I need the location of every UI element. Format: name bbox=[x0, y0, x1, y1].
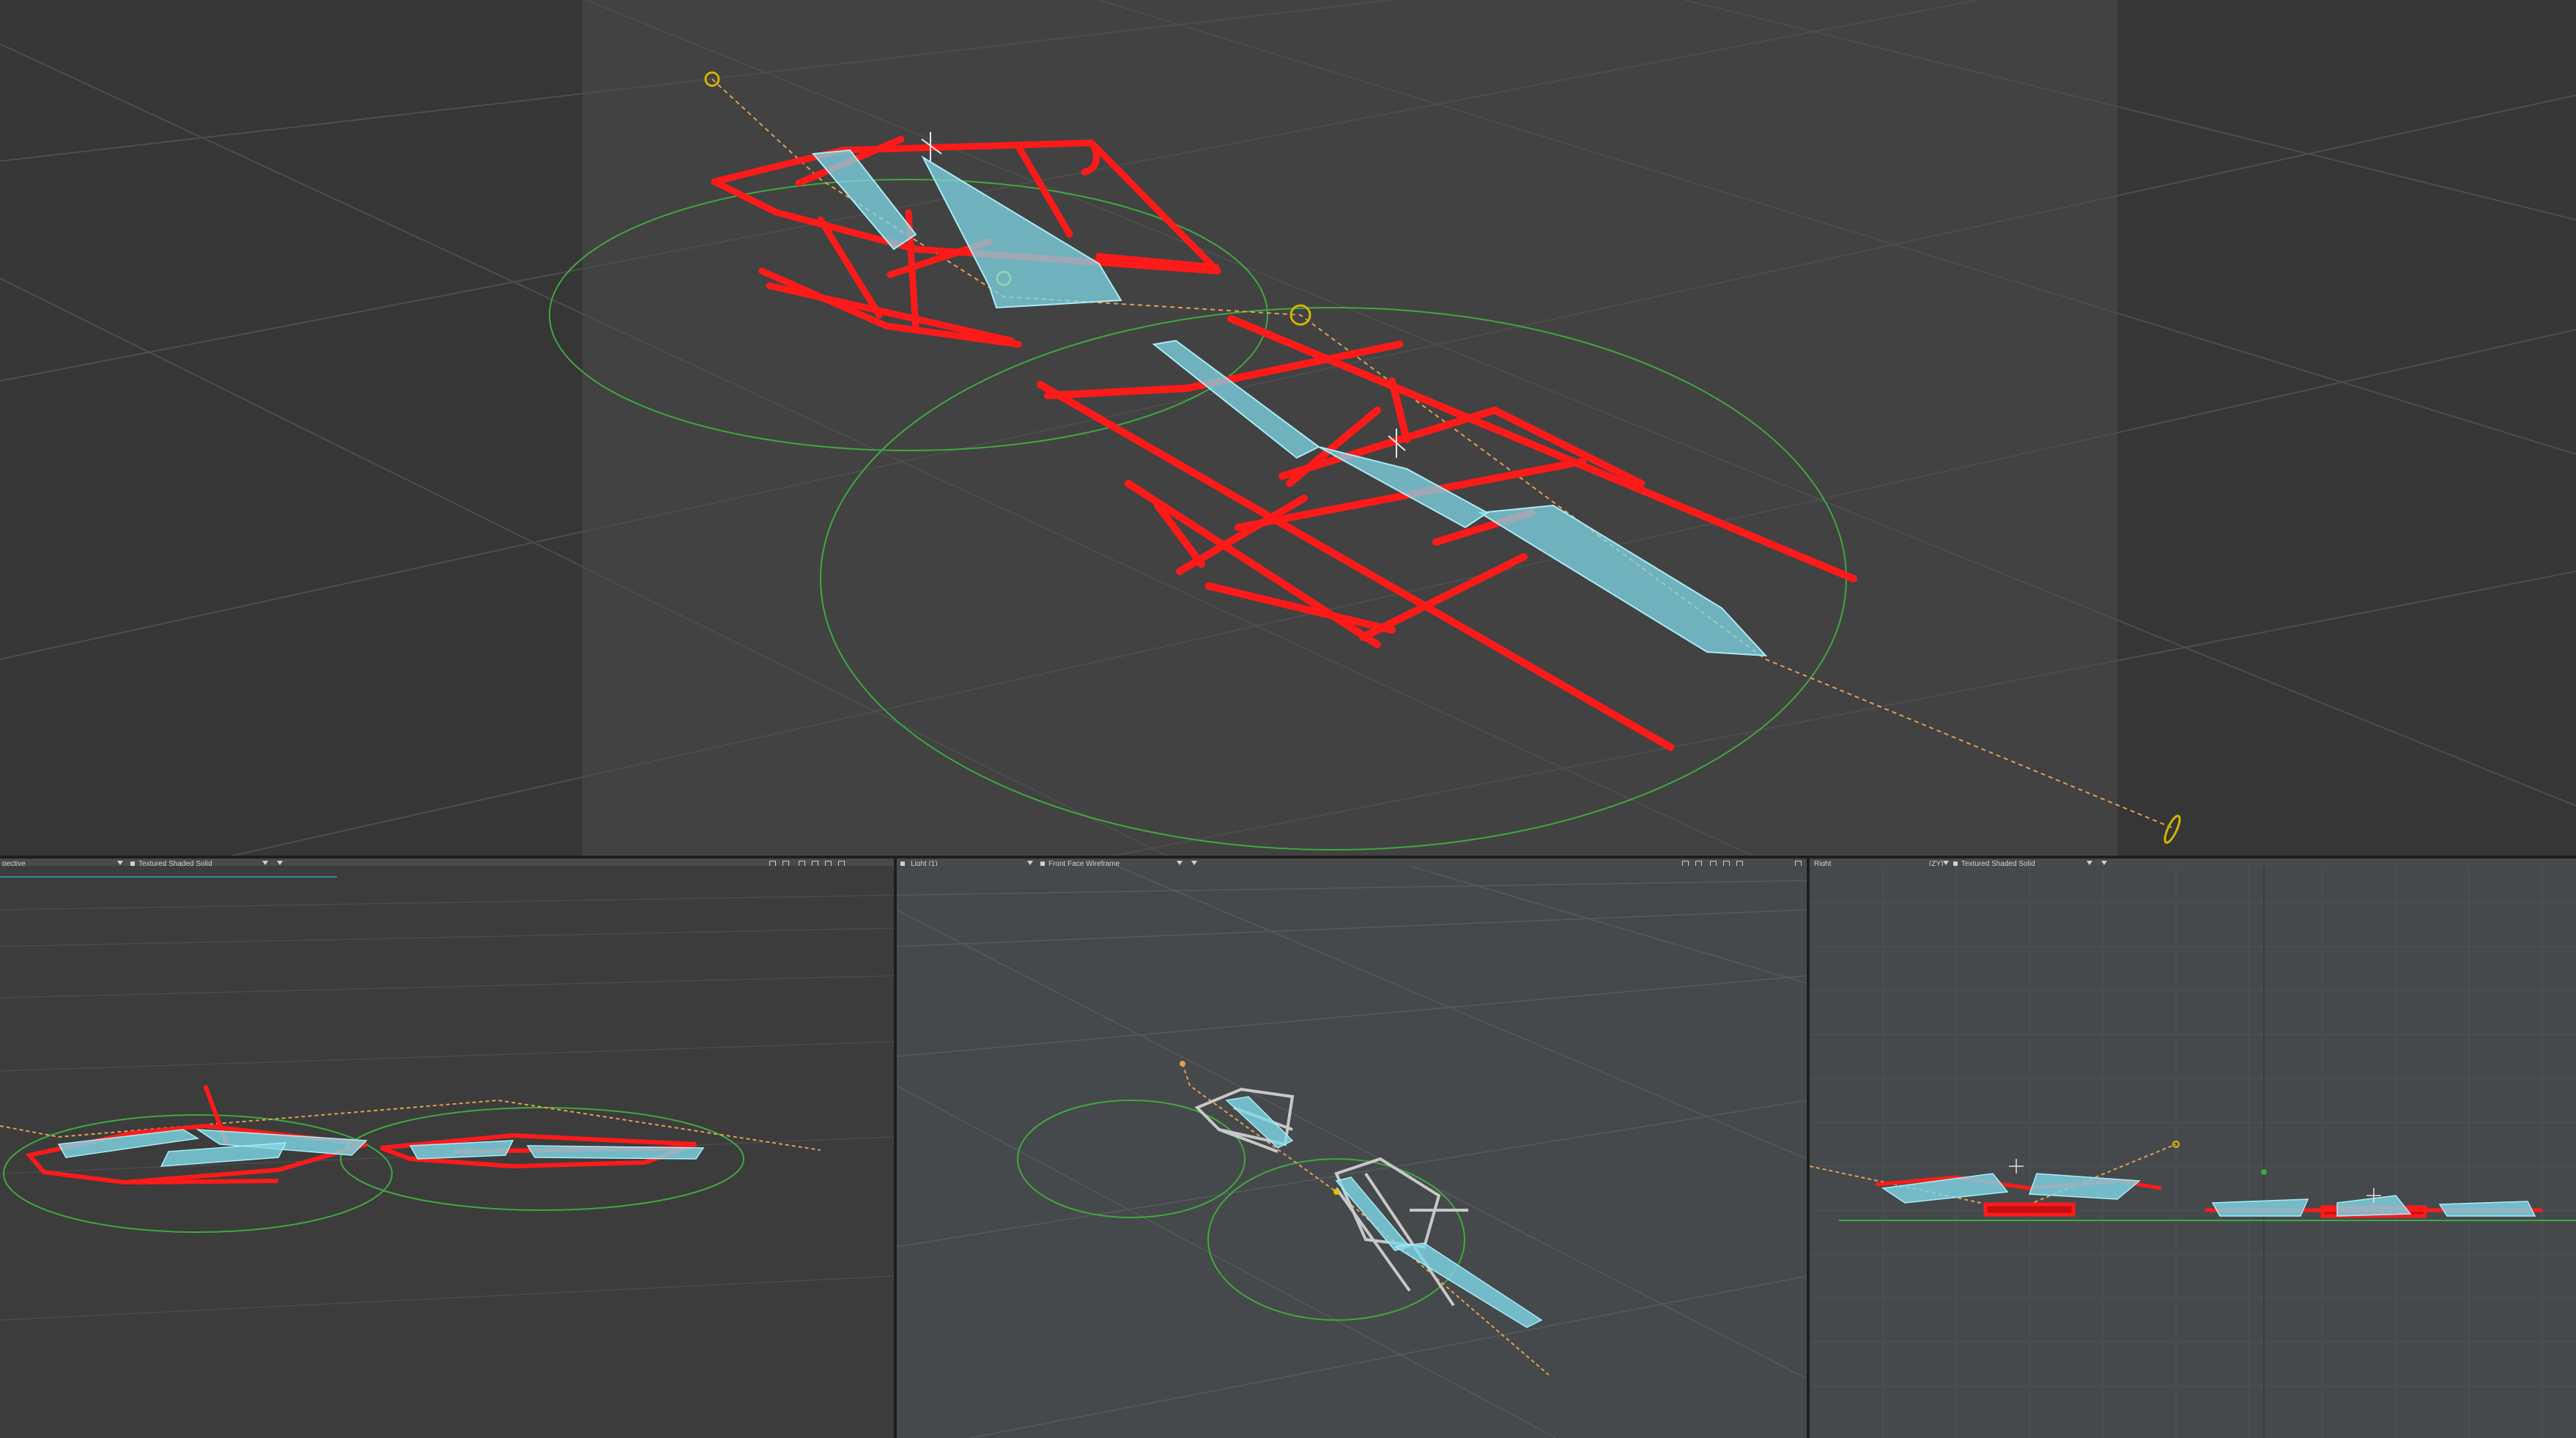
right-viewport[interactable] bbox=[1810, 866, 2576, 1438]
chevron-down-icon bbox=[117, 861, 123, 865]
chevron-down-icon bbox=[262, 861, 268, 865]
viewport-divider[interactable] bbox=[894, 859, 897, 1438]
chevron-down-icon bbox=[1027, 861, 1033, 865]
light-icon[interactable] bbox=[1180, 1061, 1185, 1067]
chevron-down-icon[interactable] bbox=[277, 861, 283, 865]
main-viewport[interactable] bbox=[0, 0, 2576, 859]
light-viewport-canvas[interactable] bbox=[897, 866, 1807, 1438]
perspective-viewport-canvas[interactable] bbox=[0, 866, 894, 1438]
chevron-down-icon[interactable] bbox=[2101, 861, 2107, 865]
viewport-divider[interactable] bbox=[1807, 859, 1810, 1438]
light-icon[interactable] bbox=[1333, 1189, 1339, 1195]
chevron-down-icon bbox=[1943, 861, 1949, 865]
chevron-down-icon[interactable] bbox=[1191, 861, 1197, 865]
right-viewport-canvas[interactable] bbox=[1810, 866, 2576, 1438]
chevron-down-icon bbox=[2087, 861, 2092, 865]
light-viewport[interactable] bbox=[897, 866, 1807, 1438]
chevron-down-icon bbox=[1177, 861, 1182, 865]
main-viewport-canvas[interactable] bbox=[0, 0, 2576, 859]
pivot-icon bbox=[2261, 1169, 2267, 1175]
perspective-viewport[interactable] bbox=[0, 866, 894, 1438]
